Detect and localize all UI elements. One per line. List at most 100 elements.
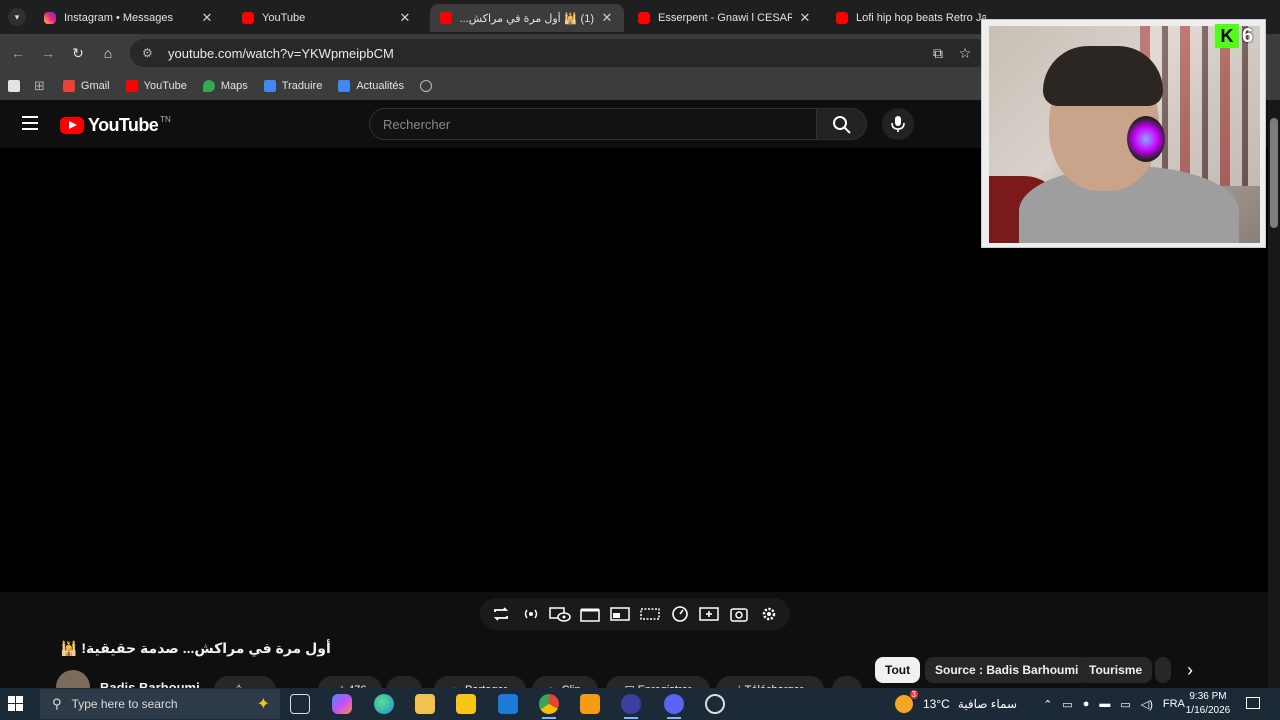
- taskbar-search-placeholder: Type here to search: [71, 697, 178, 711]
- eye-icon[interactable]: [549, 603, 572, 625]
- instagram-icon: [44, 12, 56, 24]
- bookmark-label: YouTube: [143, 80, 187, 92]
- tab-close-icon[interactable]: ✕: [600, 10, 614, 26]
- search-icon: ⚲: [52, 696, 62, 711]
- search-button[interactable]: [817, 108, 867, 140]
- copilot-icon[interactable]: [332, 694, 352, 714]
- install-app-icon[interactable]: ⧉: [928, 43, 948, 63]
- weather-desc: سماء صافية: [957, 697, 1018, 711]
- tab-groups-icon[interactable]: [8, 80, 20, 92]
- bookmark-star-icon[interactable]: ☆: [955, 43, 975, 63]
- chrome-icon[interactable]: [539, 694, 559, 719]
- network-icon[interactable]: ▭: [1120, 698, 1130, 711]
- windows-taskbar: ⚲ Type here to search ✦ 3 13°C سماء صافي…: [0, 688, 1280, 720]
- logo-country: TN: [160, 115, 171, 124]
- tab-title: Instagram • Messages: [64, 12, 174, 24]
- taskbar-search-input[interactable]: ⚲ Type here to search ✦: [40, 689, 280, 719]
- kick-viewer-count: 6: [1242, 25, 1254, 47]
- globe-icon[interactable]: [420, 80, 433, 92]
- obs-icon[interactable]: [621, 694, 641, 719]
- home-icon[interactable]: ⌂: [98, 43, 118, 63]
- taskbar-clock[interactable]: 9:36 PM 1/16/2026: [1178, 690, 1238, 718]
- url-text: youtube.com/watch?v=YKWpmeipbCM: [168, 45, 394, 61]
- youtube-icon: [836, 12, 848, 24]
- sublime-icon[interactable]: [580, 694, 600, 714]
- search-input[interactable]: Rechercher: [369, 108, 817, 140]
- back-arrow-icon[interactable]: ←: [8, 43, 28, 63]
- microphone-icon[interactable]: ●: [1083, 698, 1090, 710]
- bookmark-actualites[interactable]: Actualités: [338, 80, 404, 92]
- youtube-play-icon: [60, 117, 84, 134]
- reload-icon[interactable]: ↻: [68, 43, 88, 63]
- chip-tourisme[interactable]: Tourisme: [1079, 657, 1153, 683]
- news-icon: [338, 80, 351, 92]
- theater-icon[interactable]: [639, 603, 661, 625]
- chevron-right-icon[interactable]: ›: [1178, 658, 1202, 682]
- youtube-icon: [440, 12, 452, 24]
- tab-close-icon[interactable]: ✕: [200, 10, 214, 26]
- logo-text: YouTube: [88, 115, 159, 135]
- tab-title: (1) 🕌 أول مرة في مراكش... صد: [460, 12, 594, 25]
- bookmark-gmail[interactable]: Gmail: [62, 80, 110, 92]
- chip-source[interactable]: Source : Badis Barhoumi: [925, 657, 1089, 683]
- windows-start-icon[interactable]: [8, 696, 24, 712]
- settings-icon[interactable]: [758, 603, 780, 625]
- picture-in-picture-icon[interactable]: [609, 603, 631, 625]
- tab-instagram[interactable]: Instagram • Messages ✕: [34, 4, 224, 32]
- cast-icon[interactable]: [520, 603, 542, 625]
- task-view-icon[interactable]: [290, 694, 310, 714]
- chip-partial[interactable]: [1155, 657, 1171, 683]
- bookmark-traduire[interactable]: Traduire: [263, 80, 323, 92]
- system-tray: 3 13°C سماء صافية ⌃ ▭ ● ▬ ▭ ◁) FRA: [895, 688, 1185, 720]
- tab-search-button[interactable]: ▾: [8, 8, 26, 26]
- add-icon[interactable]: [698, 603, 720, 625]
- bookmark-youtube[interactable]: YouTube: [125, 80, 187, 92]
- site-info-icon[interactable]: ⚙: [142, 46, 156, 60]
- tab-close-icon[interactable]: ✕: [798, 10, 812, 26]
- speed-icon[interactable]: [669, 603, 691, 625]
- mail-icon[interactable]: [498, 694, 518, 714]
- discord-icon[interactable]: [664, 694, 684, 719]
- voice-search-button[interactable]: [882, 108, 914, 140]
- bookmark-label: Gmail: [80, 80, 110, 92]
- weather-icon[interactable]: 3: [895, 690, 918, 713]
- tab-active-video[interactable]: (1) 🕌 أول مرة في مراكش... صد ✕: [430, 4, 624, 32]
- weather-temp: 13°C: [923, 697, 950, 711]
- bookmark-maps[interactable]: Maps: [202, 80, 248, 92]
- store-icon[interactable]: [456, 694, 476, 714]
- tab-esserpent[interactable]: Esserpent - Gnawi l CESAR ART ✕: [628, 4, 822, 32]
- youtube-icon: [242, 12, 254, 24]
- clapperboard-icon[interactable]: [579, 603, 601, 625]
- tab-close-icon[interactable]: ✕: [398, 10, 412, 26]
- notifications-icon[interactable]: [1246, 697, 1260, 709]
- chevron-up-icon[interactable]: ⌃: [1043, 698, 1052, 711]
- clock-time: 9:36 PM: [1189, 691, 1227, 702]
- loop-icon[interactable]: [490, 603, 512, 625]
- headset-icon: [1127, 116, 1165, 162]
- video-title: أول مرة في مراكش... صدمة حقيقية! 🕌: [60, 640, 331, 656]
- menu-icon[interactable]: [22, 116, 38, 130]
- youtube-logo[interactable]: YouTube TN: [60, 115, 171, 136]
- translate-icon: [263, 80, 276, 92]
- address-bar[interactable]: ⚙ youtube.com/watch?v=YKWpmeipbCM: [130, 39, 990, 67]
- chip-tout[interactable]: Tout: [875, 657, 921, 683]
- scrollbar-thumb[interactable]: [1270, 118, 1278, 228]
- sparkle-icon: ✦: [256, 696, 270, 713]
- recording-app-icon[interactable]: [705, 694, 725, 714]
- player-extension-controls: [480, 598, 790, 630]
- youtube-icon: [638, 12, 650, 24]
- edge-icon[interactable]: [374, 694, 394, 714]
- bookmark-label: Traduire: [281, 80, 323, 92]
- clock-date: 1/16/2026: [1185, 705, 1231, 716]
- volume-icon[interactable]: ◁): [1141, 698, 1153, 711]
- microphone-icon: [891, 116, 905, 132]
- tab-youtube[interactable]: YouTube ✕: [232, 4, 422, 32]
- meet-now-icon[interactable]: ▭: [1062, 698, 1072, 711]
- file-explorer-icon[interactable]: [415, 694, 435, 714]
- forward-arrow-icon[interactable]: →: [38, 43, 58, 63]
- screenshot-icon[interactable]: [728, 603, 750, 625]
- tab-title: YouTube: [262, 12, 306, 24]
- tab-lofi[interactable]: Lofi hip hop beats Retro Japa: [826, 4, 996, 32]
- apps-grid-icon[interactable]: ⊞: [34, 78, 45, 94]
- battery-icon[interactable]: ▬: [1099, 698, 1110, 710]
